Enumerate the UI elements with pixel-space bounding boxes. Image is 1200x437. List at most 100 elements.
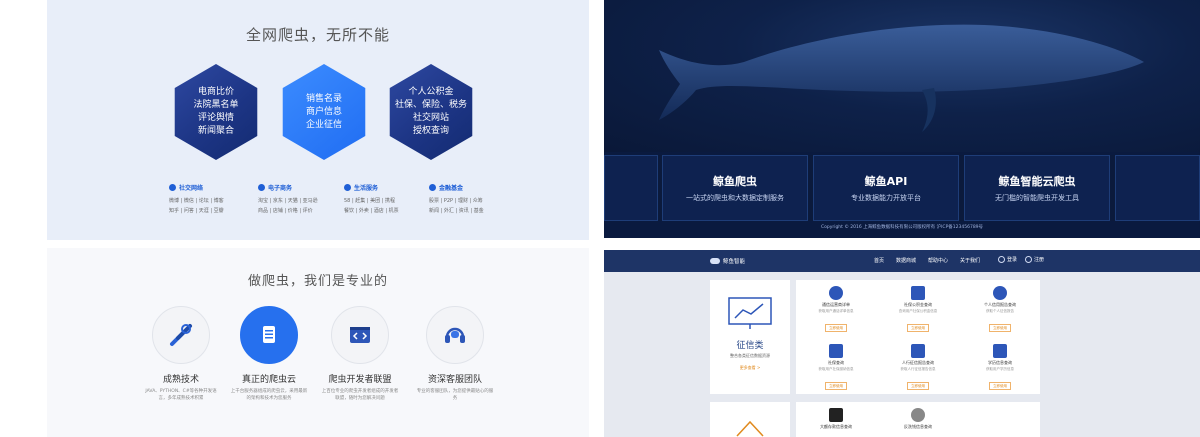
hex-line: 销售名录 xyxy=(305,93,342,104)
second-category-card[interactable] xyxy=(710,402,790,437)
code-window-icon xyxy=(331,306,389,364)
logo-text: 鲸鱼智能 xyxy=(723,259,746,265)
product-cards: 鲸鱼爬虫 一站式的爬虫和大数据定制服务 鲸鱼API 专业数据能力开放平台 鲸鱼智… xyxy=(604,155,1200,221)
service-item[interactable]: 大额存款信息查询 xyxy=(796,408,876,430)
professional-panel: 做爬虫，我们是专业的 成熟技术 JAVA、PYTHON、C#等各种开发语言，多年… xyxy=(47,248,589,437)
category-title: 征信类 xyxy=(736,341,764,351)
card-whale-crawler[interactable]: 鲸鱼爬虫 一站式的爬虫和大数据定制服务 xyxy=(662,155,808,221)
china-mobile-icon xyxy=(829,286,843,300)
bank-icon xyxy=(911,344,925,358)
card-whale-cloud[interactable]: 鲸鱼智能云爬虫 无门槛的智能爬虫开发工具 xyxy=(964,155,1110,221)
use-now-button[interactable]: 立即使用 xyxy=(907,324,929,332)
anti-money-icon xyxy=(911,408,925,422)
category-title: 社交网络 xyxy=(179,185,204,192)
service-name: 个人信用报告查询 xyxy=(984,302,1016,307)
service-name: 社保查询 xyxy=(828,360,844,365)
service-item[interactable]: 社保查询 获取用户社保缴纳信息 立即使用 xyxy=(796,344,876,391)
service-item[interactable]: 反洗钱信息查询 xyxy=(878,408,958,430)
site-logo[interactable]: 鲸鱼智能 xyxy=(710,257,745,265)
category-finance[interactable]: 金融基金 股票 | P2P | 理财 | 众筹 新闻 | 外汇 | 资讯 | 基… xyxy=(429,183,509,216)
service-desc: 获取用户社保缴纳信息 xyxy=(818,367,854,371)
use-now-button[interactable]: 立即使用 xyxy=(989,324,1011,332)
nav-menu: 首页 数据商城 帮助中心 关于我们 xyxy=(874,257,980,264)
feature-desc: 上百位专业的爬虫开发者组成的开发者联盟，随时为您解决问题 xyxy=(321,389,399,401)
feature-support-team[interactable]: 资深客服团队 专业的客服团队，为您提供最贴心的服务 xyxy=(405,306,505,402)
feature-mature-tech[interactable]: 成熟技术 JAVA、PYTHON、C#等各种开发语言，多年成熟技术积累 xyxy=(131,306,231,402)
service-desc: 查询用户社保公积金信息 xyxy=(898,309,938,313)
card-whale-api[interactable]: 鲸鱼API 专业数据能力开放平台 xyxy=(813,155,959,221)
service-name: 人行征信报告查询 xyxy=(902,360,934,365)
category-row: 58 | 赶集 | 美团 | 携程 xyxy=(344,198,395,204)
service-grid-2: 大额存款信息查询 反洗钱信息查询 xyxy=(796,402,1040,437)
hex-line: 法院黑名单 xyxy=(193,100,239,110)
service-desc: 获取用户通话详单信息 xyxy=(818,309,854,313)
hex-line: 企业征信 xyxy=(305,119,342,130)
overview-heading: 全网爬虫，无所不能 xyxy=(245,26,390,44)
card-sub: 无门槛的智能爬虫开发工具 xyxy=(995,194,1079,202)
top-nav: 鲸鱼智能 首页 数据商城 帮助中心 关于我们 登录 注册 xyxy=(604,250,1200,272)
card-edge-left xyxy=(604,155,658,221)
certificate-icon xyxy=(993,344,1007,358)
category-sub: 整合各类征信数据资源 xyxy=(730,353,770,358)
feature-desc: 专业的客服团队，为您提供最贴心的服务 xyxy=(416,389,494,401)
category-life[interactable]: 生活服务 58 | 赶集 | 美团 | 携程 餐饮 | 外卖 | 酒店 | 机票 xyxy=(344,183,424,216)
category-row: 股票 | P2P | 理财 | 众筹 xyxy=(429,198,483,204)
card-sub: 专业数据能力开放平台 xyxy=(851,194,921,202)
category-row: 淘宝 | 京东 | 天猫 | 亚马逊 xyxy=(258,198,318,204)
service-desc: 获取用户学历信息 xyxy=(986,367,1014,371)
hex-line: 电商比价 xyxy=(197,87,234,97)
chart-peak-icon xyxy=(736,420,764,437)
chart-board-icon xyxy=(728,297,772,329)
service-desc: 获取个人征信报告 xyxy=(986,309,1014,313)
card-title: 鲸鱼智能云爬虫 xyxy=(998,175,1076,188)
whale-logo-icon xyxy=(710,258,720,264)
nav-item[interactable]: 数据商城 xyxy=(896,257,916,264)
register-link[interactable]: 注册 xyxy=(1025,256,1044,263)
category-row: 新闻 | 外汇 | 资讯 | 基金 xyxy=(429,208,484,214)
feature-crawler-cloud[interactable]: 真正的爬虫云 上千台服务器组成的爬虫云，采用最新的架构和技术为您服务 xyxy=(219,306,319,402)
category-ecommerce[interactable]: 电子商务 淘宝 | 京东 | 天猫 | 亚马逊 商品 | 店铺 | 价格 | 评… xyxy=(258,183,338,216)
nav-item[interactable]: 帮助中心 xyxy=(928,257,948,264)
service-item[interactable]: 学历信息查询 获取用户学历信息 立即使用 xyxy=(960,344,1040,391)
data-mall-panel: 鲸鱼智能 首页 数据商城 帮助中心 关于我们 登录 注册 征信类 整合各类征信数… xyxy=(604,250,1200,437)
hexagon-personal[interactable]: 个人公积金 社保、保险、税务 社交网站 授权查询 xyxy=(389,64,473,160)
use-now-button[interactable]: 立即使用 xyxy=(825,324,847,332)
credit-category-card[interactable]: 征信类 整合各类征信数据资源 更多查看 > xyxy=(710,280,790,394)
feature-dev-alliance[interactable]: 爬虫开发者联盟 上百位专业的爬虫开发者组成的开发者联盟，随时为您解决问题 xyxy=(310,306,410,402)
credit-report-icon xyxy=(993,286,1007,300)
whale-banner-panel: 鲸鱼爬虫 一站式的爬虫和大数据定制服务 鲸鱼API 专业数据能力开放平台 鲸鱼智… xyxy=(604,0,1200,238)
service-item[interactable]: 通信运营商详单 获取用户通话详单信息 立即使用 xyxy=(796,286,876,333)
use-now-button[interactable]: 立即使用 xyxy=(989,382,1011,390)
deposit-icon xyxy=(829,408,843,422)
register-icon xyxy=(1025,256,1033,263)
service-desc: 获取人行征信报告信息 xyxy=(900,367,936,371)
hexagon-sales[interactable]: 销售名录 商户信息 企业征信 xyxy=(282,64,366,160)
more-link[interactable]: 更多查看 > xyxy=(710,365,790,371)
card-sub: 一站式的爬虫和大数据定制服务 xyxy=(686,194,784,202)
hex-line: 商户信息 xyxy=(305,106,342,117)
login-link[interactable]: 登录 xyxy=(998,256,1017,263)
service-icon xyxy=(344,184,351,191)
service-item[interactable]: 人行征信报告查询 获取人行征信报告信息 立即使用 xyxy=(878,344,958,391)
yuan-icon xyxy=(829,344,843,358)
nav-item[interactable]: 关于我们 xyxy=(960,257,980,264)
use-now-button[interactable]: 立即使用 xyxy=(825,382,847,390)
service-name: 社保公积金查询 xyxy=(904,302,932,307)
login-label: 登录 xyxy=(1007,257,1018,263)
category-row: 商品 | 店铺 | 价格 | 评价 xyxy=(258,208,313,214)
category-social[interactable]: 社交网络 微博 | 微信 | 论坛 | 博客 知乎 | 问答 | 天涯 | 豆瓣 xyxy=(169,183,249,216)
hex-line: 社交网站 xyxy=(412,113,449,123)
nav-item[interactable]: 首页 xyxy=(874,257,884,264)
hexagon-ecommerce[interactable]: 电商比价 法院黑名单 评论舆情 新闻聚合 xyxy=(174,64,258,160)
headset-icon xyxy=(426,306,484,364)
service-name: 通信运营商详单 xyxy=(822,302,850,307)
service-item[interactable]: 个人信用报告查询 获取个人征信报告 立即使用 xyxy=(960,286,1040,333)
use-now-button[interactable]: 立即使用 xyxy=(907,382,929,390)
hex-line: 授权查询 xyxy=(412,126,449,136)
professional-heading: 做爬虫，我们是专业的 xyxy=(247,274,388,289)
copyright-footer: Copyright © 2016 上海鲸鱼数据科技有限公司版权所有 沪ICP备1… xyxy=(820,225,984,230)
service-item[interactable]: 社保公积金查询 查询用户社保公积金信息 立即使用 xyxy=(878,286,958,333)
feature-name: 资深客服团队 xyxy=(427,375,482,385)
hex-line: 社保、保险、税务 xyxy=(394,100,467,110)
category-row: 知乎 | 问答 | 天涯 | 豆瓣 xyxy=(169,208,224,214)
